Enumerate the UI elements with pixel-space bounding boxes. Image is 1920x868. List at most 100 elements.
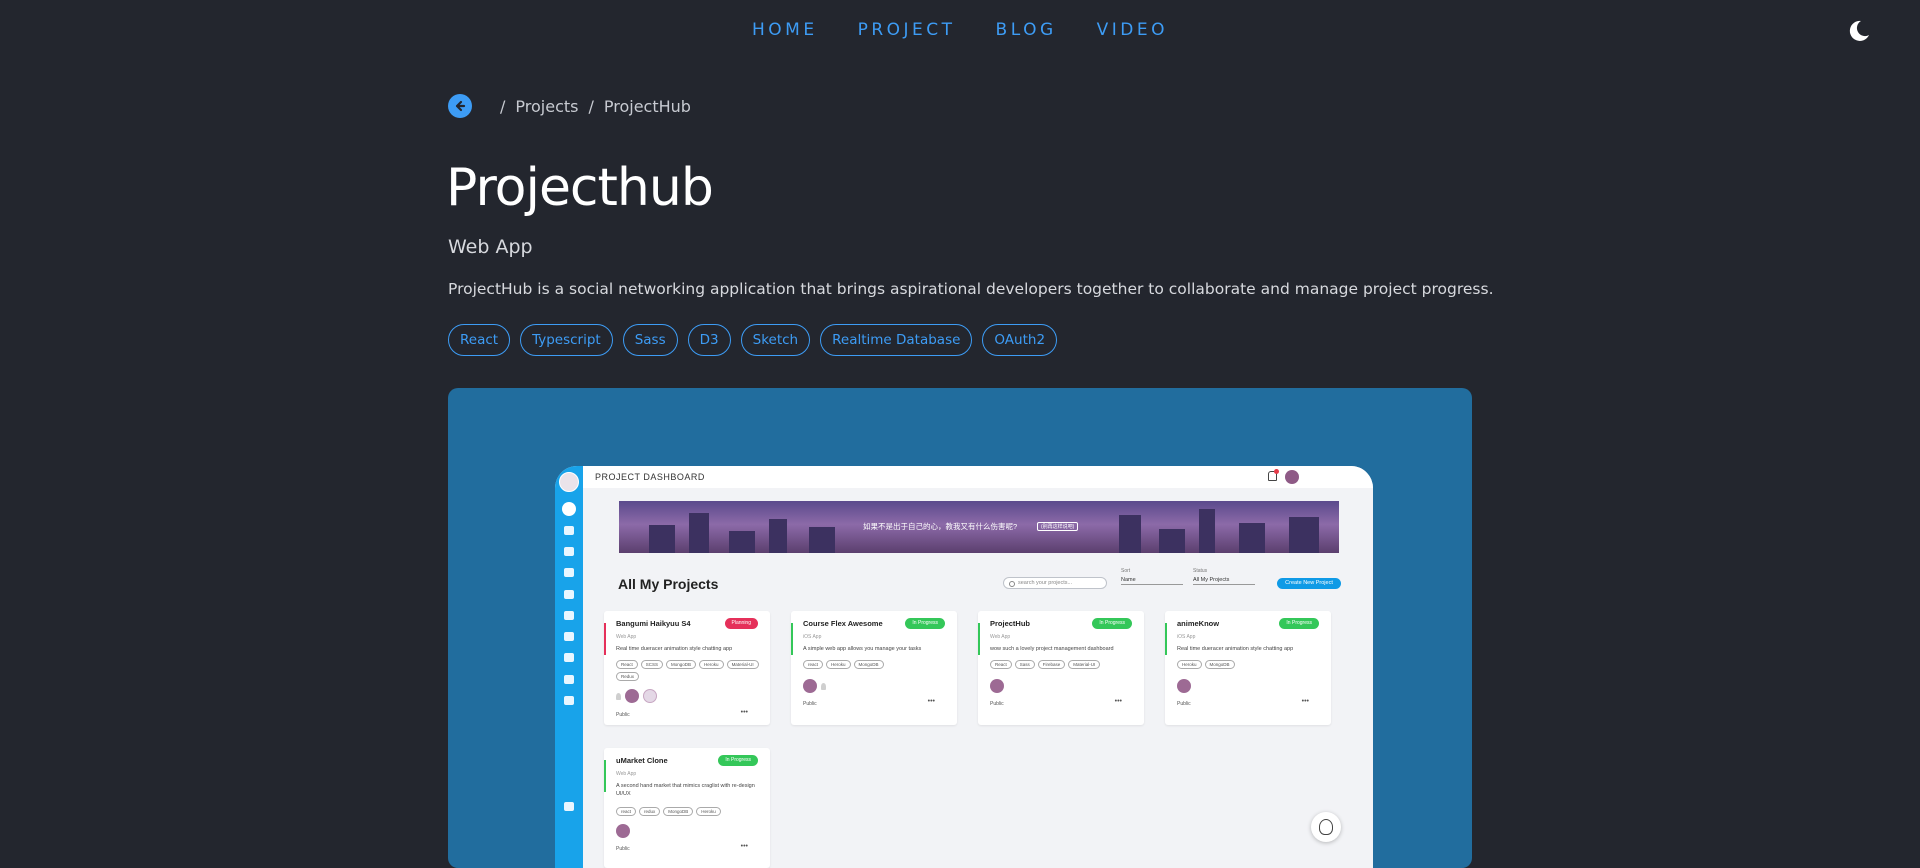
more-icon: ••• bbox=[740, 843, 748, 850]
top-nav: HOME PROJECT BLOG VIDEO bbox=[0, 0, 1920, 62]
breadcrumb: / Projects / ProjectHub bbox=[448, 94, 691, 118]
tag-oauth2[interactable]: OAuth2 bbox=[982, 324, 1058, 356]
book-icon bbox=[564, 675, 574, 684]
tag-sass[interactable]: Sass bbox=[622, 324, 678, 356]
tag-react[interactable]: React bbox=[448, 324, 511, 356]
banner-building bbox=[649, 525, 675, 553]
section-title: All My Projects bbox=[618, 576, 719, 592]
card-members bbox=[990, 679, 1004, 693]
bulb-icon bbox=[821, 682, 826, 690]
project-card: uMarket Clone In Progress Web App A seco… bbox=[604, 748, 770, 868]
chip: MongoDB bbox=[663, 807, 694, 816]
status-select: Status All My Projects bbox=[1193, 568, 1255, 585]
team-icon bbox=[564, 590, 574, 599]
assistant-avatar bbox=[1311, 812, 1341, 842]
breadcrumb-projects[interactable]: Projects bbox=[515, 97, 578, 116]
card-chips: Heroku MongoDB bbox=[1177, 660, 1323, 669]
create-project-button: Create New Project bbox=[1277, 578, 1341, 589]
chip: react bbox=[803, 660, 824, 669]
search-icon bbox=[1009, 581, 1015, 587]
project-card: animeKnow In Progress iOS App Real time … bbox=[1165, 611, 1331, 725]
chip: MongoDB bbox=[1204, 660, 1235, 669]
chip: SCSS bbox=[640, 660, 664, 669]
feather-icon bbox=[564, 696, 574, 705]
chip: Heroku bbox=[696, 807, 721, 816]
sidebar-avatar bbox=[559, 472, 579, 492]
avatar bbox=[1285, 470, 1299, 484]
logout-icon bbox=[564, 802, 574, 811]
banner-building bbox=[769, 519, 787, 553]
card-visibility: Public bbox=[803, 701, 817, 707]
banner-building bbox=[809, 527, 835, 553]
chat-icon bbox=[564, 611, 574, 620]
nav-link-home[interactable]: HOME bbox=[752, 20, 818, 40]
breadcrumb-separator: / bbox=[588, 96, 594, 116]
avatar bbox=[803, 679, 817, 693]
calendar-icon bbox=[564, 568, 574, 577]
nav-links: HOME PROJECT BLOG VIDEO bbox=[0, 20, 1920, 40]
chip: React bbox=[990, 660, 1012, 669]
chip: MongoDB bbox=[853, 660, 884, 669]
search-input: search your projects... bbox=[1003, 577, 1107, 589]
tag-realtime-database[interactable]: Realtime Database bbox=[820, 324, 973, 356]
tech-tags: React Typescript Sass D3 Sketch Realtime… bbox=[448, 324, 1058, 356]
banner-tag: (别再这样说吧) bbox=[1037, 522, 1079, 531]
card-type: Web App bbox=[616, 634, 637, 640]
list-icon bbox=[564, 653, 574, 662]
status-badge: In Progress bbox=[1092, 618, 1132, 629]
card-members bbox=[616, 689, 657, 703]
card-description: Real time dueracer animation style chatt… bbox=[616, 646, 733, 652]
tag-sketch[interactable]: Sketch bbox=[740, 324, 811, 356]
avatar bbox=[643, 689, 657, 703]
banner-building bbox=[1199, 509, 1215, 553]
more-icon: ••• bbox=[740, 709, 748, 716]
avatar bbox=[625, 689, 639, 703]
card-title: uMarket Clone bbox=[616, 756, 668, 765]
card-chips: react redux MongoDB Heroku bbox=[616, 807, 762, 816]
status-badge: In Progress bbox=[1279, 618, 1319, 629]
card-members bbox=[616, 824, 630, 838]
avatar bbox=[616, 824, 630, 838]
dashboard-banner: 如果不是出于自己的心，教我又有什么伤害呢? (别再这样说吧) bbox=[619, 501, 1339, 553]
banner-building bbox=[729, 531, 755, 553]
card-status-bar bbox=[791, 623, 793, 655]
card-status-bar bbox=[604, 760, 606, 792]
card-title: Bangumi Haikyuu S4 bbox=[616, 619, 691, 628]
sort-label: Sort bbox=[1121, 568, 1131, 574]
breadcrumb-current: ProjectHub bbox=[603, 96, 691, 116]
notification-dot bbox=[1274, 469, 1279, 474]
nav-link-project[interactable]: PROJECT bbox=[858, 20, 956, 40]
status-value: All My Projects bbox=[1193, 577, 1255, 585]
card-type: iOS App bbox=[1177, 634, 1196, 640]
card-description: A simple web app allows you manage your … bbox=[803, 646, 922, 652]
theme-toggle-button[interactable] bbox=[1846, 18, 1872, 44]
card-status-bar bbox=[978, 623, 980, 655]
chip: Redux bbox=[616, 672, 640, 681]
project-card: ProjectHub In Progress Web App wow such … bbox=[978, 611, 1144, 725]
project-preview-image: PROJECT DASHBOARD 如果不是出于自己的心，教我又有什么伤害呢? … bbox=[448, 388, 1472, 868]
banner-building bbox=[689, 513, 709, 553]
project-card: Bangumi Haikyuu S4 Planning Web App Real… bbox=[604, 611, 770, 725]
card-title: animeKnow bbox=[1177, 619, 1220, 628]
more-icon: ••• bbox=[1114, 698, 1122, 705]
project-description: ProjectHub is a social networking applic… bbox=[448, 280, 1494, 298]
nav-link-blog[interactable]: BLOG bbox=[996, 20, 1057, 40]
nav-link-video[interactable]: VIDEO bbox=[1097, 20, 1168, 40]
back-button[interactable] bbox=[448, 94, 472, 118]
arrow-left-icon bbox=[455, 100, 466, 112]
card-description: A second hand market that mimics craglis… bbox=[616, 783, 755, 797]
assistant-face-icon bbox=[1319, 819, 1333, 835]
tag-typescript[interactable]: Typescript bbox=[520, 324, 613, 356]
tag-d3[interactable]: D3 bbox=[687, 324, 731, 356]
breadcrumb-separator: / bbox=[500, 96, 506, 116]
status-label: Status bbox=[1193, 568, 1208, 574]
moon-icon bbox=[1849, 20, 1869, 41]
chip: MongoDB bbox=[666, 660, 697, 669]
home-icon bbox=[562, 502, 576, 516]
status-badge: Planning bbox=[724, 618, 758, 629]
card-members bbox=[1177, 679, 1191, 693]
chip: redux bbox=[639, 807, 661, 816]
card-visibility: Public bbox=[616, 846, 630, 852]
chip: Heroku bbox=[826, 660, 851, 669]
card-chips: react Heroku MongoDB bbox=[803, 660, 949, 669]
